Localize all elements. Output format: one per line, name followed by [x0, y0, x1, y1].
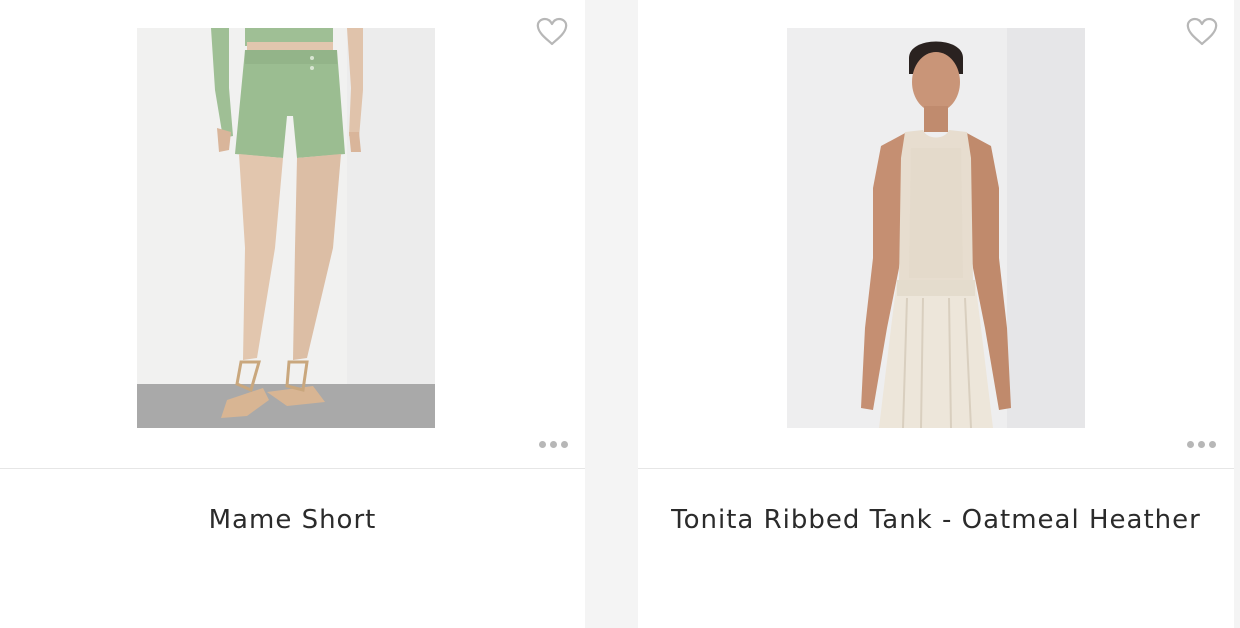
more-options-icon[interactable] — [1187, 438, 1216, 450]
more-dot — [1187, 440, 1194, 448]
product-media — [638, 0, 1234, 469]
product-title[interactable]: Tonita Ribbed Tank - Oatmeal Heather — [671, 505, 1201, 628]
product-image[interactable] — [787, 28, 1085, 428]
product-title[interactable]: Mame Short — [209, 505, 377, 628]
more-dot — [1198, 440, 1205, 448]
more-dot — [561, 440, 568, 448]
product-card[interactable]: Mame Short — [0, 0, 585, 628]
more-dot — [539, 440, 546, 448]
heart-outline-icon[interactable] — [1185, 17, 1219, 47]
product-info: Tonita Ribbed Tank - Oatmeal Heather — [638, 469, 1234, 628]
product-grid: Mame Short Tonita Ribbed Tank - Oatmeal … — [0, 0, 1240, 628]
product-info: Mame Short — [0, 469, 585, 628]
product-image[interactable] — [137, 28, 435, 428]
heart-outline-icon[interactable] — [535, 17, 569, 47]
product-media — [0, 0, 585, 469]
product-card[interactable]: Tonita Ribbed Tank - Oatmeal Heather — [638, 0, 1234, 628]
more-options-icon[interactable] — [539, 438, 568, 450]
more-dot — [1209, 440, 1216, 448]
more-dot — [550, 440, 557, 448]
